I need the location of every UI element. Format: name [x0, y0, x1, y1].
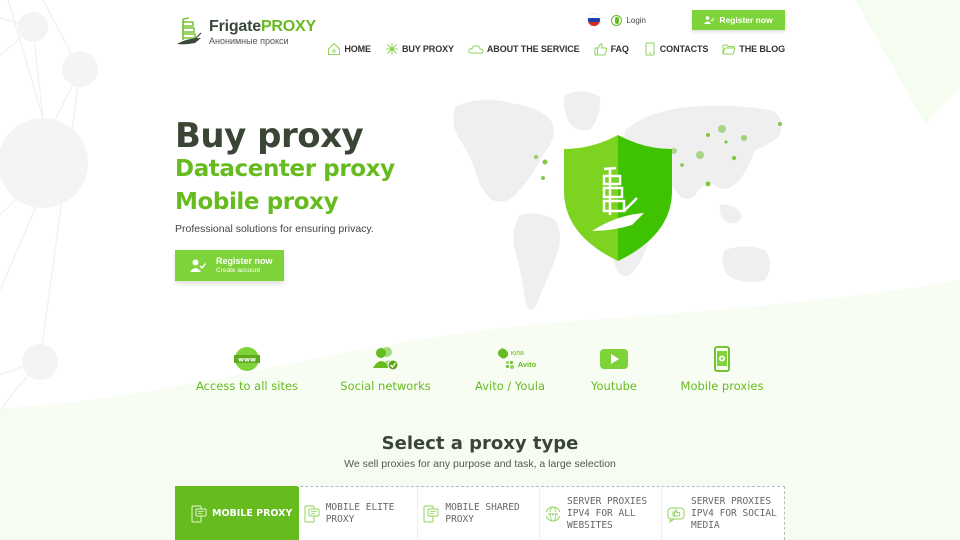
tab-label: SERVER PROXIES IPV4 FOR SOCIAL MEDIA — [691, 496, 777, 531]
nav-buy-proxy[interactable]: BUY PROXY — [385, 42, 454, 56]
hero-title: Buy proxy — [175, 116, 364, 156]
tab-label: MOBILE ELITE PROXY — [325, 502, 395, 525]
nav-label: BUY PROXY — [401, 44, 454, 54]
login-link[interactable]: Login — [611, 14, 646, 26]
ship-logo-icon — [177, 17, 202, 45]
nav-blog[interactable]: THE BLOG — [722, 42, 785, 56]
nav-home[interactable]: HOME — [327, 42, 371, 56]
nav-label: ABOUT THE SERVICE — [486, 44, 580, 54]
section-subtitle: We sell proxies for any purpose and task… — [344, 458, 616, 470]
register-label: Register now — [719, 15, 773, 25]
topbar: Login Register now — [587, 10, 785, 30]
register-button[interactable]: Register now — [692, 10, 785, 30]
mobile-gear-icon — [714, 346, 730, 372]
www-globe-icon: www — [545, 506, 561, 522]
nav-label: THE BLOG — [739, 44, 785, 54]
mobile-chat-icon — [423, 505, 439, 523]
proxy-type-tabs: MOBILE PROXY MOBILE ELITE PROXY MOBILE S… — [175, 486, 785, 540]
feature-label: Youtube — [591, 379, 637, 393]
cloud-icon — [468, 45, 484, 54]
svg-text:www: www — [238, 356, 256, 364]
nav-label: FAQ — [610, 44, 629, 54]
feature-avito-youla[interactable]: юла Avito Avito / Youla — [475, 344, 545, 393]
phone-icon — [645, 42, 655, 56]
feature-label: Social networks — [340, 379, 431, 393]
main-nav: HOME BUY PROXY ABOUT THE SERVICE FAQ CON… — [327, 42, 785, 56]
nav-contacts[interactable]: CONTACTS — [643, 42, 709, 56]
feature-social-networks[interactable]: Social networks — [340, 344, 431, 393]
tab-label: MOBILE PROXY — [212, 507, 293, 519]
feature-label: Mobile proxies — [680, 379, 764, 393]
nav-about[interactable]: ABOUT THE SERVICE — [468, 42, 580, 56]
hero-button-title: Register now — [216, 255, 273, 266]
hero-button-subtitle: Create account — [216, 266, 261, 274]
avito-logo-text: Avito — [517, 360, 537, 369]
nav-faq[interactable]: FAQ — [594, 42, 629, 56]
nav-label: HOME — [344, 44, 371, 54]
feature-label: Avito / Youla — [475, 379, 545, 393]
home-icon — [328, 42, 341, 55]
avito-logo-icon — [505, 360, 515, 369]
tab-label: MOBILE SHARED PROXY — [445, 502, 520, 525]
logo[interactable]: FrigatePROXY Анонимные прокси — [175, 16, 316, 48]
thumbs-up-icon — [594, 43, 607, 56]
avito-youla-icon: юла Avito — [484, 344, 536, 374]
tab-server-proxies-all-websites[interactable]: www SERVER PROXIES IPV4 FOR ALL WEBSITES — [540, 487, 662, 540]
brand-name: FrigatePROXY — [209, 17, 316, 35]
folder-icon — [722, 44, 736, 55]
language-flag-ru[interactable] — [587, 13, 602, 27]
network-icon — [385, 43, 398, 55]
users-check-icon — [372, 347, 398, 371]
mobile-chat-icon — [191, 505, 207, 522]
thumbs-up-chat-icon — [667, 507, 685, 523]
tab-server-proxies-social-media[interactable]: SERVER PROXIES IPV4 FOR SOCIAL MEDIA — [662, 487, 784, 540]
hero-subtitle-datacenter: Datacenter proxy — [175, 156, 395, 182]
tab-label: SERVER PROXIES IPV4 FOR ALL WEBSITES — [567, 496, 648, 531]
tab-mobile-proxy[interactable]: MOBILE PROXY — [175, 486, 297, 540]
brand-tagline: Анонимные прокси — [209, 35, 289, 46]
user-icon — [611, 14, 623, 26]
youla-logo-icon — [496, 346, 510, 361]
user-add-icon — [190, 259, 206, 272]
login-label: Login — [626, 15, 646, 25]
hero-subtitle-mobile: Mobile proxy — [175, 189, 339, 215]
nav-label: CONTACTS — [659, 44, 709, 54]
user-add-icon — [704, 16, 715, 24]
feature-access-all-sites[interactable]: www Access to all sites — [195, 344, 299, 393]
hero-register-button[interactable]: Register now Create account — [175, 250, 284, 281]
www-globe-icon: www — [234, 347, 260, 371]
svg-text:www: www — [548, 512, 559, 517]
shield-ship-icon — [564, 135, 672, 261]
feature-label: Access to all sites — [195, 379, 299, 393]
section-title: Select a proxy type — [381, 433, 579, 454]
tab-mobile-shared-proxy[interactable]: MOBILE SHARED PROXY — [418, 487, 540, 540]
tab-mobile-elite-proxy[interactable]: MOBILE ELITE PROXY — [296, 487, 419, 540]
mobile-chat-icon — [304, 505, 320, 523]
youtube-icon — [600, 349, 628, 369]
feature-mobile-proxies[interactable]: Mobile proxies — [680, 344, 764, 393]
hero-description: Professional solutions for ensuring priv… — [175, 223, 374, 235]
feature-youtube[interactable]: Youtube — [591, 344, 637, 393]
youla-logo-text: юла — [510, 350, 524, 357]
